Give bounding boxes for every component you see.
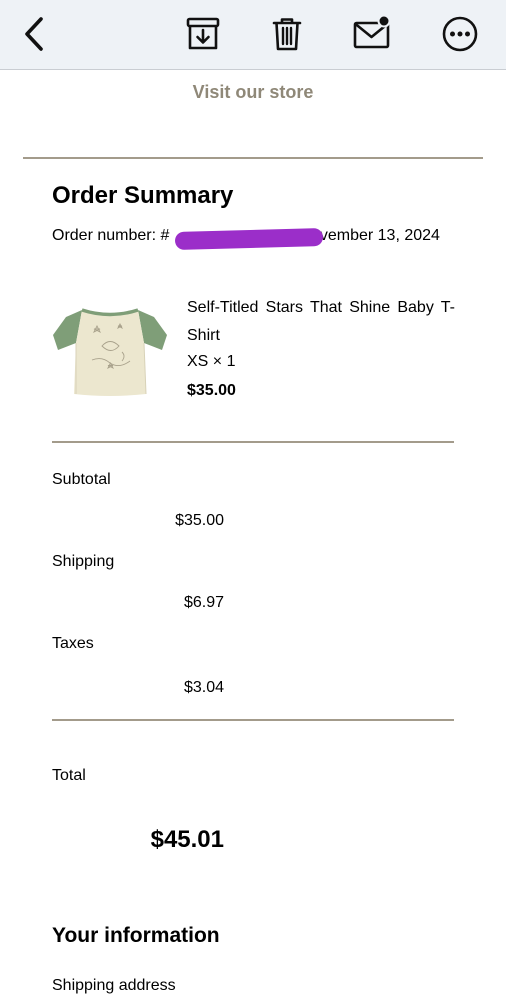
- shipping-value: $6.97: [183, 594, 224, 611]
- shipping-address-label: Shipping address: [52, 977, 176, 994]
- chevron-left-icon: [25, 17, 43, 51]
- total-label: Total: [52, 767, 86, 784]
- mail-unread-icon: [353, 14, 391, 49]
- mark-unread-button[interactable]: [352, 14, 392, 54]
- mail-toolbar: [0, 0, 506, 70]
- baby-tshirt-image: [53, 308, 167, 396]
- archive-button[interactable]: [183, 14, 223, 54]
- visit-store-link[interactable]: Visit our store: [0, 82, 506, 103]
- order-number-prefix: Order number: #: [52, 227, 170, 244]
- product-price: $35.00: [187, 382, 236, 399]
- product-title[interactable]: Self-Titled Stars That Shine Baby T-Shir…: [187, 294, 455, 350]
- divider: [52, 441, 454, 443]
- subtotal-label: Subtotal: [52, 471, 111, 488]
- product-image: [52, 302, 168, 402]
- more-horizontal-icon: [442, 16, 478, 52]
- product-variant: XS × 1: [187, 353, 236, 370]
- taxes-value: $3.04: [183, 679, 224, 696]
- shipping-label: Shipping: [52, 553, 115, 570]
- subtotal-value: $35.00: [175, 512, 224, 529]
- redaction-mark: [174, 228, 324, 250]
- delete-button[interactable]: [267, 14, 307, 54]
- taxes-label: Taxes: [52, 635, 94, 652]
- email-body: Visit our store Order Summary Order numb…: [0, 70, 506, 1000]
- divider: [52, 719, 454, 721]
- more-button[interactable]: [440, 14, 480, 54]
- total-value: $45.01: [150, 826, 224, 853]
- divider: [23, 157, 483, 159]
- archive-download-icon: [186, 17, 220, 50]
- order-summary-heading: Order Summary: [52, 182, 234, 209]
- trash-icon: [272, 18, 302, 51]
- your-information-heading: Your information: [52, 924, 220, 947]
- back-button[interactable]: [14, 14, 54, 54]
